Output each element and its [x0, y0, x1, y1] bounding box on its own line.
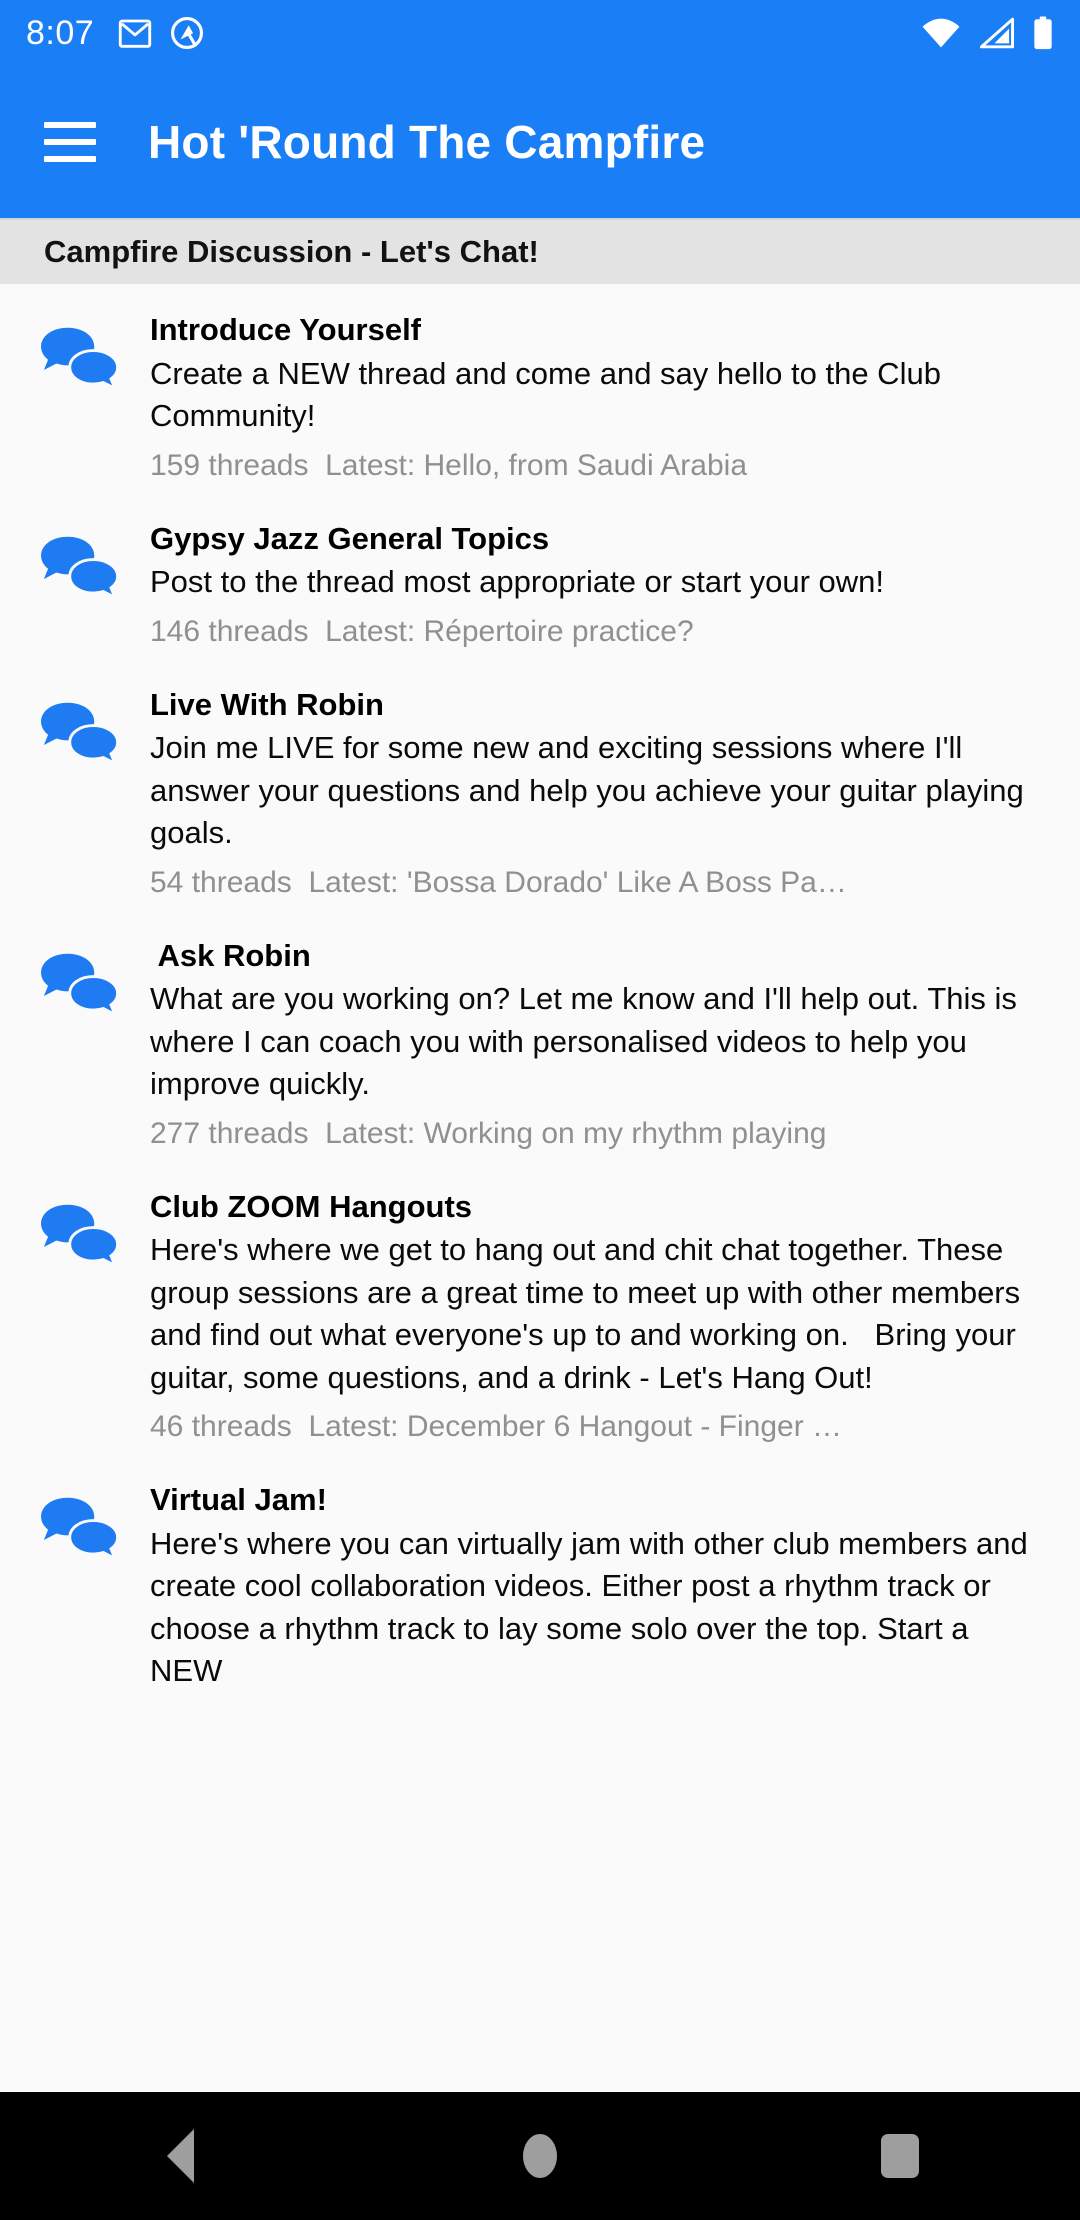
- hamburger-line: [44, 156, 96, 162]
- forum-list-item[interactable]: Ask Robin What are you working on? Let me…: [0, 923, 1080, 1175]
- forum-item-body: Ask Robin What are you working on? Let me…: [142, 938, 1040, 1153]
- forum-item-description: Here's where you can virtually jam with …: [150, 1525, 1037, 1688]
- back-button[interactable]: [120, 2106, 240, 2206]
- forum-item-body: Live With Robin Join me LIVE for some new…: [142, 687, 1040, 902]
- forum-item-latest: Latest: December 6 Hangout - Finger …: [308, 1409, 843, 1443]
- forum-item-title: Live With Robin: [150, 686, 384, 722]
- app-bar: Hot 'Round The Campfire: [0, 66, 1080, 218]
- forum-item-meta: 146 threads Latest: Répertoire practice?: [150, 612, 1040, 651]
- forum-item-latest: Latest: 'Bossa Dorado' Like A Boss Pa…: [308, 865, 847, 899]
- page-title: Hot 'Round The Campfire: [148, 116, 706, 168]
- forum-item-description: Join me LIVE for some new and exciting s…: [150, 730, 1033, 851]
- section-header: Campfire Discussion - Let's Chat!: [0, 218, 1080, 284]
- forum-list-item[interactable]: Live With Robin Join me LIVE for some new…: [0, 672, 1080, 924]
- forum-item-description: What are you working on? Let me know and…: [150, 981, 1026, 1102]
- section-header-label: Campfire Discussion - Let's Chat!: [44, 234, 539, 269]
- back-triangle-icon: [166, 2129, 194, 2183]
- forum-item-body: Introduce Yourself Create a NEW thread an…: [142, 312, 1040, 485]
- chat-bubbles-icon: [38, 521, 142, 651]
- forum-list-item[interactable]: Virtual Jam! Here's where you can virtual…: [0, 1467, 1080, 1715]
- forum-item-meta: 54 threads Latest: 'Bossa Dorado' Like A…: [150, 863, 1040, 902]
- status-bar-clock: 8:07: [26, 14, 95, 52]
- forum-item-body: Virtual Jam! Here's where you can virtual…: [142, 1482, 1040, 1692]
- forum-item-title: Virtual Jam!: [150, 1481, 327, 1517]
- forum-list: Introduce Yourself Create a NEW thread an…: [0, 284, 1080, 1715]
- chat-bubbles-icon: [38, 687, 142, 902]
- status-bar-notification-icons: [118, 16, 204, 50]
- forum-item-latest: Latest: Hello, from Saudi Arabia: [325, 448, 748, 482]
- cell-signal-off-icon: [979, 17, 1015, 49]
- scroll-region[interactable]: Campfire Discussion - Let's Chat! Introd…: [0, 218, 1080, 2090]
- gmail-icon: [119, 19, 152, 48]
- forum-item-title: Ask Robin: [150, 937, 311, 973]
- forum-item-thread-count: 277 threads: [150, 1116, 309, 1150]
- forum-item-title: Club ZOOM Hangouts: [150, 1188, 473, 1224]
- hamburger-menu-icon[interactable]: [44, 122, 96, 162]
- hamburger-line: [44, 139, 96, 145]
- forum-item-meta: 159 threads Latest: Hello, from Saudi Ar…: [150, 446, 1040, 485]
- forum-item-meta: 46 threads Latest: December 6 Hangout - …: [150, 1407, 1040, 1446]
- chat-bubbles-icon: [38, 938, 142, 1153]
- forum-item-meta: 277 threads Latest: Working on my rhythm…: [150, 1114, 1040, 1153]
- forum-item-thread-count: 159 threads: [150, 448, 309, 482]
- chat-bubbles-icon: [38, 1189, 142, 1446]
- chat-bubbles-icon: [38, 312, 142, 485]
- app-notification-icon: [171, 16, 204, 50]
- status-bar-system-icons: [920, 16, 1054, 50]
- forum-item-latest: Latest: Working on my rhythm playing: [325, 1116, 827, 1150]
- status-bar: 8:07: [0, 0, 1080, 66]
- forum-list-item[interactable]: Introduce Yourself Create a NEW thread an…: [0, 298, 1080, 507]
- forum-item-latest: Latest: Répertoire practice?: [325, 614, 694, 648]
- forum-item-thread-count: 54 threads: [150, 865, 292, 899]
- phone-screen: 8:07 Hot 'Round The Campfire Campfire Di…: [0, 0, 1080, 2220]
- forum-item-body: Club ZOOM Hangouts Here's where we get to…: [142, 1189, 1040, 1446]
- home-circle-icon: [523, 2134, 557, 2178]
- forum-item-title: Gypsy Jazz General Topics: [150, 520, 550, 556]
- forum-item-body: Gypsy Jazz General Topics Post to the thr…: [142, 521, 1040, 651]
- android-navigation-bar: [0, 2092, 1080, 2220]
- forum-item-title: Introduce Yourself: [150, 312, 422, 347]
- hamburger-line: [44, 122, 96, 128]
- battery-full-icon: [1034, 16, 1052, 50]
- forum-item-description: Create a NEW thread and come and say hel…: [150, 355, 950, 434]
- chat-bubbles-icon: [38, 1482, 142, 1692]
- forum-list-item[interactable]: Gypsy Jazz General Topics Post to the thr…: [0, 506, 1080, 673]
- forum-item-description: Here's where we get to hang out and chit…: [150, 1232, 1029, 1395]
- recents-button[interactable]: [840, 2106, 960, 2206]
- home-button[interactable]: [480, 2106, 600, 2206]
- forum-item-thread-count: 146 threads: [150, 614, 309, 648]
- forum-item-description: Post to the thread most appropriate or s…: [150, 564, 885, 600]
- wifi-icon: [922, 18, 960, 48]
- recents-square-icon: [881, 2134, 919, 2178]
- forum-list-item[interactable]: Club ZOOM Hangouts Here's where we get to…: [0, 1174, 1080, 1468]
- forum-item-thread-count: 46 threads: [150, 1409, 292, 1443]
